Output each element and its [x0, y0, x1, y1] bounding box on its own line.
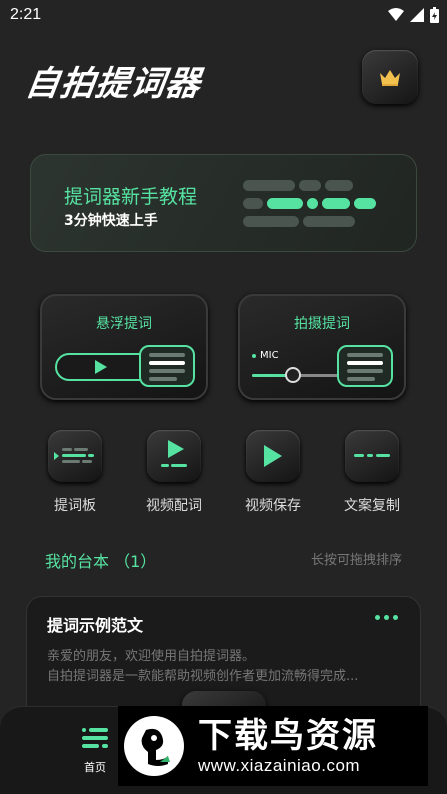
video-caption-label: 视频配词: [146, 498, 202, 514]
floating-prompter-label: 悬浮提词: [96, 316, 152, 332]
tutorial-card[interactable]: 提词器新手教程 3分钟快速上手: [30, 154, 417, 252]
watermark-url: www.xiazainiao.com: [198, 756, 361, 775]
mic-label: MIC: [260, 350, 279, 361]
prompter-board-label: 提词板: [54, 498, 96, 514]
bird-logo-icon: [124, 716, 184, 776]
shooting-prompter-card[interactable]: 拍摄提词 MIC: [238, 294, 406, 400]
video-caption-icon: [161, 440, 187, 467]
shooting-prompter-label: 拍摄提词: [294, 316, 350, 332]
floating-prompter-card[interactable]: 悬浮提词: [40, 294, 208, 400]
tab-home[interactable]: 首页: [78, 727, 112, 775]
tutorial-title: 提词器新手教程: [64, 186, 198, 208]
copy-text-label: 文案复制: [344, 498, 400, 514]
video-save-icon: [264, 445, 282, 467]
prompter-board-button[interactable]: [48, 430, 102, 482]
play-icon: [95, 360, 107, 374]
vip-button[interactable]: [362, 50, 418, 104]
watermark-overlay: 下载鸟资源 www.xiazainiao.com: [118, 706, 428, 786]
prompter-window-graphic: [337, 345, 393, 387]
home-list-icon: [82, 728, 108, 748]
my-scripts-title: 我的台本 （1）: [45, 552, 157, 571]
mic-level-slider: [252, 367, 340, 383]
mic-slider-knob: [285, 367, 301, 383]
wifi-icon: [388, 8, 404, 21]
app-title: 自拍提词器: [22, 64, 204, 104]
script-preview-line: 自拍提词器是一款能帮助视频创作者更加流畅得完成...: [47, 669, 359, 684]
status-bar: 2:21: [0, 0, 447, 32]
battery-icon: [430, 7, 439, 23]
signal-icon: [410, 8, 424, 22]
status-icons: [388, 7, 439, 23]
more-options-icon[interactable]: [375, 615, 398, 620]
tab-home-label: 首页: [84, 761, 106, 774]
script-preview-line: 亲爱的朋友，欢迎使用自拍提词器。: [47, 649, 256, 664]
prompter-window-graphic: [139, 345, 195, 387]
tutorial-subtitle: 3分钟快速上手: [64, 213, 158, 229]
drag-sort-hint: 长按可拖拽排序: [310, 553, 402, 568]
watermark-name: 下载鸟资源: [198, 716, 378, 756]
status-time: 2:21: [10, 6, 42, 23]
board-icon: [54, 448, 94, 463]
video-caption-button[interactable]: [147, 430, 201, 482]
copy-text-button[interactable]: [345, 430, 399, 482]
crown-icon: [380, 70, 400, 86]
mic-dot: [252, 354, 256, 358]
video-save-button[interactable]: [246, 430, 300, 482]
video-save-label: 视频保存: [245, 498, 301, 514]
copy-icon: [354, 454, 390, 457]
script-preview: 亲爱的朋友，欢迎使用自拍提词器。 自拍提词器是一款能帮助视频创作者更加流畅得完成…: [47, 647, 407, 687]
script-title: 提词示例范文: [47, 616, 144, 635]
